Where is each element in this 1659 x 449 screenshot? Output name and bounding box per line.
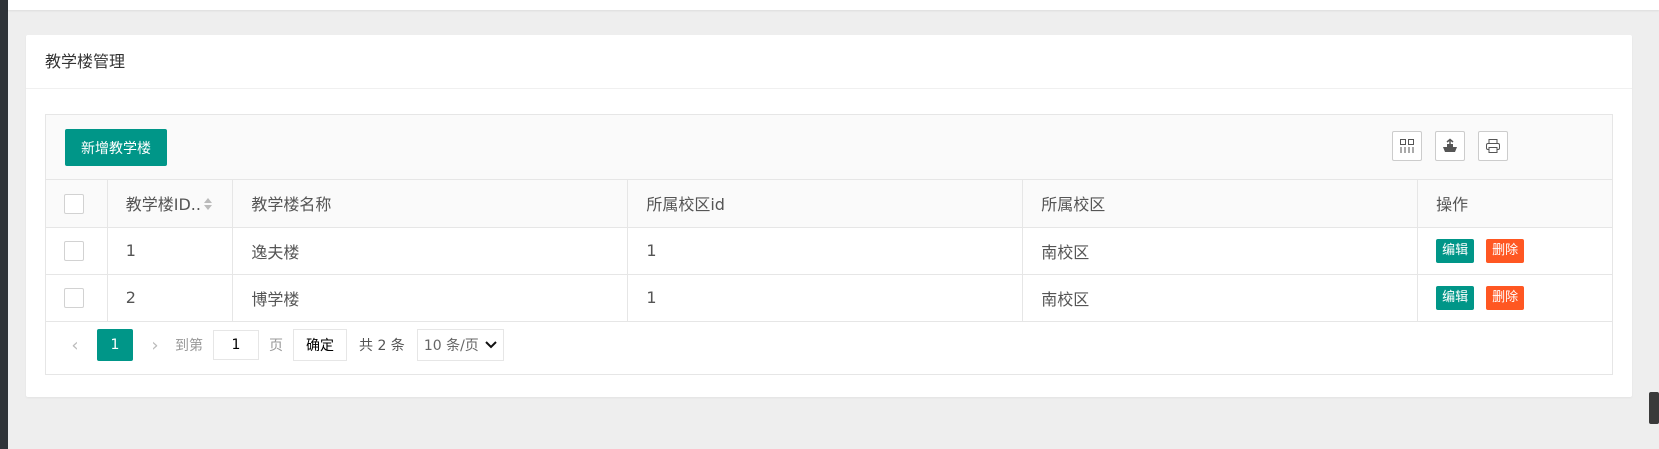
cell-id: 1 xyxy=(107,227,234,275)
confirm-button[interactable]: 确定 xyxy=(293,329,347,361)
header-building-name: 教学楼名称 xyxy=(232,180,629,228)
building-table: 教学楼ID.. 教学楼名称 所属校区id 所属校区 操作 1 逸夫楼 1 南校区… xyxy=(46,180,1612,322)
building-management-card: 教学楼管理 新增教学楼 教学楼ID.. 教学楼名称 所属校区id 所属校区 操作… xyxy=(26,35,1632,397)
cell-id: 2 xyxy=(107,274,234,322)
cell-name: 逸夫楼 xyxy=(232,227,629,275)
add-building-button[interactable]: 新增教学楼 xyxy=(65,129,167,166)
table-row: 1 逸夫楼 1 南校区 编辑 删除 xyxy=(46,227,1612,275)
top-header-bar xyxy=(8,0,1659,10)
goto-page-input[interactable] xyxy=(213,330,259,360)
cell-name: 博学楼 xyxy=(232,274,629,322)
scrollbar-thumb[interactable] xyxy=(1649,392,1659,424)
cell-actions: 编辑 删除 xyxy=(1417,274,1612,322)
columns-icon[interactable] xyxy=(1392,131,1422,161)
delete-button[interactable]: 删除 xyxy=(1486,238,1525,263)
header-actions: 操作 xyxy=(1417,180,1612,228)
header-campus-id: 所属校区id xyxy=(627,180,1024,228)
cell-campus: 南校区 xyxy=(1022,274,1419,322)
table-row: 2 博学楼 1 南校区 编辑 删除 xyxy=(46,274,1612,322)
table-toolbar: 新增教学楼 xyxy=(46,115,1612,180)
page-label: 页 xyxy=(269,338,283,354)
chevron-down-icon xyxy=(485,341,497,349)
total-count: 共 2 条 xyxy=(359,338,405,354)
header-building-id[interactable]: 教学楼ID.. xyxy=(107,180,234,228)
cell-actions: 编辑 删除 xyxy=(1417,227,1612,275)
edit-button[interactable]: 编辑 xyxy=(1436,238,1475,263)
print-icon[interactable] xyxy=(1478,131,1508,161)
cell-campus-id: 1 xyxy=(627,227,1024,275)
select-all-checkbox[interactable] xyxy=(64,193,84,214)
cell-campus: 南校区 xyxy=(1022,227,1419,275)
export-icon[interactable] xyxy=(1435,131,1465,161)
pagination: ‹ 1 › 到第 页 确定 共 2 条 10 条/页 xyxy=(46,322,1612,369)
page-size-value: 10 条/页 xyxy=(423,338,479,354)
delete-button[interactable]: 删除 xyxy=(1486,285,1525,310)
header-campus: 所属校区 xyxy=(1022,180,1419,228)
next-page-icon[interactable]: › xyxy=(145,335,165,356)
select-all-cell xyxy=(46,180,108,228)
data-table: 新增教学楼 教学楼ID.. 教学楼名称 所属校区id 所属校区 操作 1 逸夫楼… xyxy=(45,114,1613,375)
row-checkbox[interactable] xyxy=(64,240,84,261)
edit-button[interactable]: 编辑 xyxy=(1436,285,1475,310)
row-checkbox[interactable] xyxy=(64,287,84,308)
sort-icon[interactable] xyxy=(203,196,213,215)
goto-label: 到第 xyxy=(175,338,203,354)
page-size-select[interactable]: 10 条/页 xyxy=(416,329,504,361)
prev-page-icon[interactable]: ‹ xyxy=(65,335,85,356)
table-header-row: 教学楼ID.. 教学楼名称 所属校区id 所属校区 操作 xyxy=(46,180,1612,228)
current-page-button[interactable]: 1 xyxy=(97,329,133,361)
left-window-edge xyxy=(0,0,8,449)
cell-campus-id: 1 xyxy=(627,274,1024,322)
card-title: 教学楼管理 xyxy=(26,35,1632,89)
